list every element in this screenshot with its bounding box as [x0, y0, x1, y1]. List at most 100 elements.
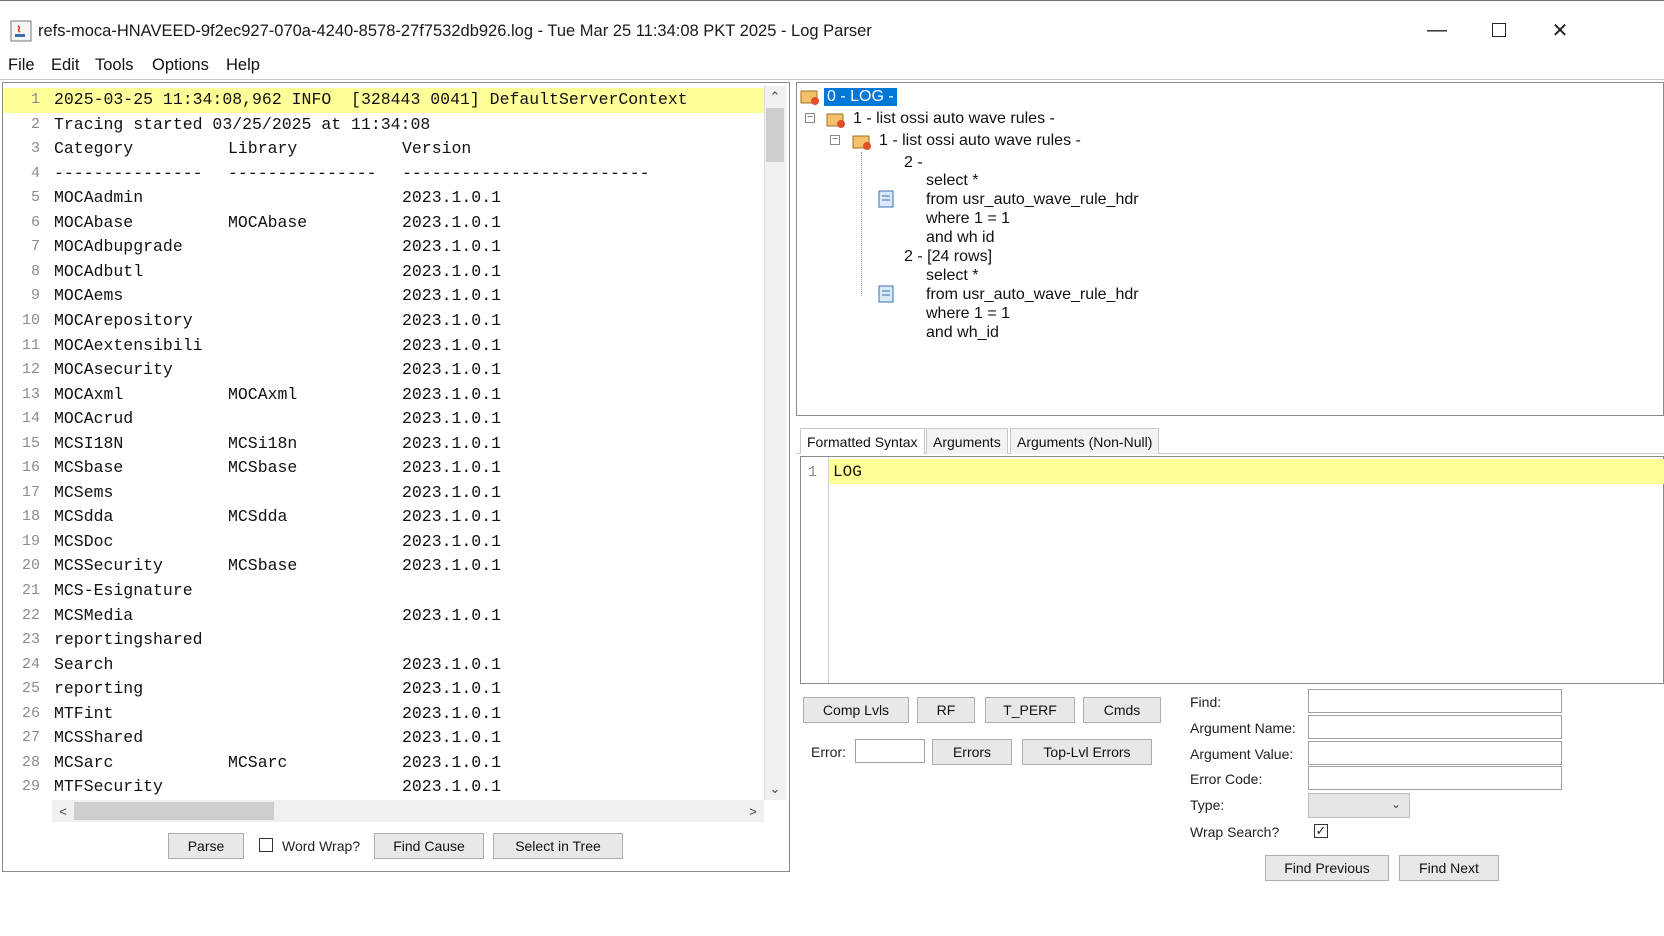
log-line: 10 MOCArepository 2023.1.0.1: [4, 309, 764, 334]
scroll-left-icon[interactable]: <: [54, 802, 72, 820]
log-cell: Version: [402, 139, 472, 159]
log-line: 19 MCSDoc 2023.1.0.1: [4, 530, 764, 555]
t-perf-button[interactable]: T_PERF: [985, 697, 1075, 723]
log-line: 5 MOCAadmin 2023.1.0.1: [4, 186, 764, 211]
close-button[interactable]: ✕: [1540, 10, 1580, 50]
cmds-button[interactable]: Cmds: [1083, 697, 1161, 723]
scroll-right-icon[interactable]: >: [744, 802, 762, 820]
log-cell: MOCArepository: [54, 310, 193, 330]
log-line: 16 MCSbase MCSbase 2023.1.0.1: [4, 456, 764, 481]
tab-arguments[interactable]: Arguments: [926, 428, 1008, 454]
log-line: 7 MOCAdbupgrade 2023.1.0.1: [4, 235, 764, 260]
line-number: 15: [21, 434, 40, 452]
tree-node-query-1[interactable]: 2 -: [904, 154, 923, 172]
menu-file[interactable]: File: [8, 56, 35, 75]
sql-line: select *: [926, 172, 979, 189]
line-number: 12: [21, 361, 40, 379]
comp-lvls-button[interactable]: Comp Lvls: [803, 697, 909, 723]
word-wrap-checkbox[interactable]: [259, 838, 273, 852]
log-cell: MCSShared: [54, 728, 144, 748]
log-horizontal-scroll-thumb[interactable]: [74, 802, 274, 820]
line-number: 8: [30, 262, 40, 280]
log-cell: MCSbase: [228, 556, 298, 576]
log-cell: MCSdda: [228, 507, 288, 527]
line-number: 21: [21, 582, 40, 599]
parse-button[interactable]: Parse: [168, 833, 244, 859]
log-line: 20 MCSSecurity MCSbase 2023.1.0.1: [4, 554, 764, 579]
tab-formatted-syntax[interactable]: Formatted Syntax: [800, 428, 925, 454]
minimize-button[interactable]: —: [1414, 10, 1460, 50]
formatted-syntax-pane[interactable]: [800, 456, 1664, 684]
java-app-icon: [10, 20, 32, 42]
argument-name-label: Argument Name:: [1190, 720, 1296, 736]
syntax-gutter-divider: [828, 457, 829, 683]
tree-node-query-2[interactable]: 2 - [24 rows]: [904, 248, 992, 266]
sql-document-icon: [876, 283, 898, 310]
maximize-button[interactable]: [1476, 10, 1522, 50]
menu-help[interactable]: Help: [226, 56, 260, 75]
line-number: 23: [21, 631, 40, 649]
log-vertical-scroll-thumb[interactable]: [766, 108, 784, 162]
log-line: 13 MOCAxml MOCAxml 2023.1.0.1: [4, 383, 764, 408]
type-label: Type:: [1190, 797, 1225, 813]
tree-node-list-ossi-child[interactable]: 1 - list ossi auto wave rules -: [879, 132, 1081, 150]
errors-button[interactable]: Errors: [932, 739, 1012, 765]
log-line: 24 Search 2023.1.0.1: [4, 653, 764, 678]
line-number: 16: [21, 459, 40, 477]
collapse-icon[interactable]: −: [830, 135, 840, 145]
log-cell: 2023.1.0.1: [402, 409, 502, 429]
log-cell: MOCAextensibili: [54, 335, 203, 355]
error-input[interactable]: [855, 739, 925, 763]
log-line: 9 MOCAems 2023.1.0.1: [4, 284, 764, 309]
log-vertical-scrollbar[interactable]: [764, 86, 786, 800]
log-cell: MOCAadmin: [54, 188, 144, 208]
syntax-line-number: 1: [808, 464, 818, 481]
log-cell: MOCAdbupgrade: [54, 237, 183, 257]
scroll-up-icon[interactable]: ⌃: [766, 88, 784, 106]
line-number: 18: [21, 508, 40, 526]
tree-node-root[interactable]: 0 - LOG -: [824, 88, 897, 106]
type-select[interactable]: ⌄: [1308, 793, 1410, 818]
select-in-tree-button[interactable]: Select in Tree: [493, 833, 623, 859]
log-line: 22 MCSMedia 2023.1.0.1: [4, 604, 764, 629]
maximize-icon: [1492, 23, 1506, 37]
tab-arguments-non-null[interactable]: Arguments (Non-Null): [1010, 428, 1160, 454]
find-next-button[interactable]: Find Next: [1399, 855, 1499, 881]
menu-tools[interactable]: Tools: [95, 56, 134, 75]
rf-button[interactable]: RF: [917, 697, 975, 723]
argument-value-input[interactable]: [1308, 741, 1562, 765]
log-editor[interactable]: 1 2025-03-25 11:34:08,962 INFO [328443 00…: [4, 88, 764, 798]
log-cell: MCSdda: [54, 507, 114, 527]
line-number: 24: [21, 655, 40, 673]
log-cell: Tracing started 03/25/2025 at 11:34:08: [54, 114, 431, 134]
log-cell: MCSbase: [54, 458, 124, 478]
sql-line: where 1 = 1: [926, 210, 1011, 227]
argument-name-input[interactable]: [1308, 715, 1562, 739]
scroll-down-icon[interactable]: ⌄: [766, 780, 784, 798]
sql-line: and wh_id: [926, 324, 999, 341]
top-lvl-errors-button[interactable]: Top-Lvl Errors: [1022, 739, 1152, 765]
line-number: 7: [30, 238, 40, 256]
log-cell: MCSbase: [228, 458, 298, 478]
find-previous-button[interactable]: Find Previous: [1265, 855, 1389, 881]
menu-bar: File Edit Tools Options Help: [0, 52, 1664, 80]
log-cell: MCSarc: [54, 752, 114, 772]
line-number: 1: [30, 91, 40, 108]
log-cell: reportingshared: [54, 630, 203, 650]
log-cell: 2023.1.0.1: [402, 556, 502, 576]
collapse-icon[interactable]: −: [805, 113, 815, 123]
log-cell: MCSMedia: [54, 605, 134, 625]
find-input[interactable]: [1308, 689, 1562, 713]
menu-edit[interactable]: Edit: [51, 56, 79, 75]
find-cause-button[interactable]: Find Cause: [374, 833, 484, 859]
line-number: 25: [21, 680, 40, 698]
log-cell: 2023.1.0.1: [402, 335, 502, 355]
wrap-search-checkbox[interactable]: ✓: [1314, 824, 1328, 838]
log-cell: 2023.1.0.1: [402, 310, 502, 330]
tree-node-list-ossi[interactable]: 1 - list ossi auto wave rules -: [853, 110, 1055, 128]
menu-options[interactable]: Options: [152, 56, 209, 75]
log-cell: MCSems: [54, 482, 114, 502]
log-line: 1 2025-03-25 11:34:08,962 INFO [328443 00…: [4, 88, 764, 113]
error-code-input[interactable]: [1308, 766, 1562, 790]
log-cell: MTFint: [54, 703, 114, 723]
